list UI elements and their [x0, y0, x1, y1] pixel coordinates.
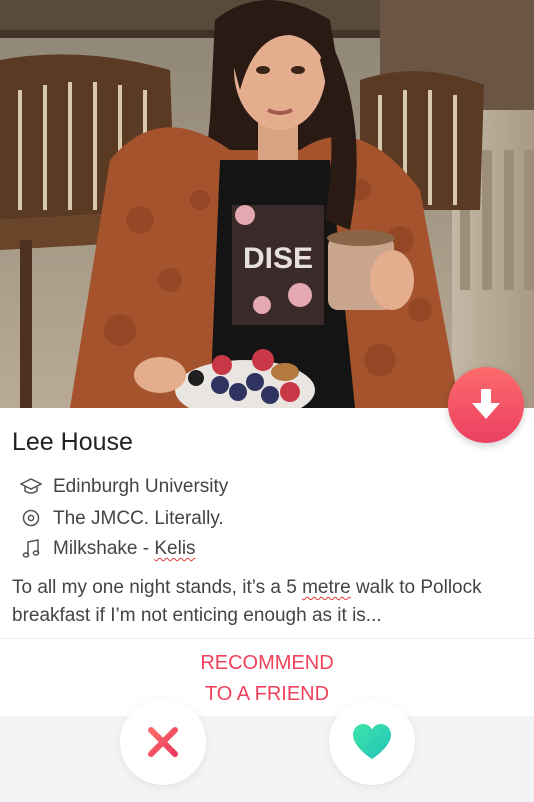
heart-icon — [353, 724, 391, 759]
location-pin-icon — [18, 506, 44, 532]
anthem-row: Milkshake - Kelis — [18, 536, 196, 562]
nope-button[interactable] — [120, 699, 206, 785]
profile-name: Lee House — [12, 428, 133, 456]
x-icon — [148, 727, 178, 757]
anthem-title: Milkshake - — [53, 538, 155, 559]
arrow-down-icon — [472, 389, 500, 419]
profile-bio: To all my one night stands, it’s a 5 met… — [12, 574, 524, 630]
recommend-line1: RECOMMEND — [200, 652, 334, 674]
graduation-cap-icon — [18, 474, 44, 500]
school-text: Edinburgh University — [53, 476, 229, 497]
profile-photo: DISE — [0, 0, 534, 408]
bio-part1: To all my one night stands, it’s a 5 — [12, 577, 303, 598]
svg-text:DISE: DISE — [243, 242, 313, 275]
work-text: The JMCC. Literally. — [53, 508, 224, 529]
bio-flagged-word: metre — [302, 577, 351, 598]
work-row: The JMCC. Literally. — [18, 506, 224, 532]
school-row: Edinburgh University — [18, 474, 228, 500]
music-note-icon — [18, 536, 44, 562]
collapse-profile-button[interactable] — [448, 367, 524, 443]
anthem-text: Milkshake - Kelis — [53, 538, 196, 560]
divider — [0, 638, 534, 639]
action-bar — [0, 716, 534, 802]
like-button[interactable] — [329, 699, 415, 785]
anthem-artist: Kelis — [154, 538, 196, 559]
recommend-to-friend-button[interactable]: RECOMMEND TO A FRIEND — [0, 648, 534, 710]
profile-card: Lee House Edinburgh University The JMCC.… — [0, 408, 534, 716]
recommend-line2: TO A FRIEND — [204, 683, 330, 705]
